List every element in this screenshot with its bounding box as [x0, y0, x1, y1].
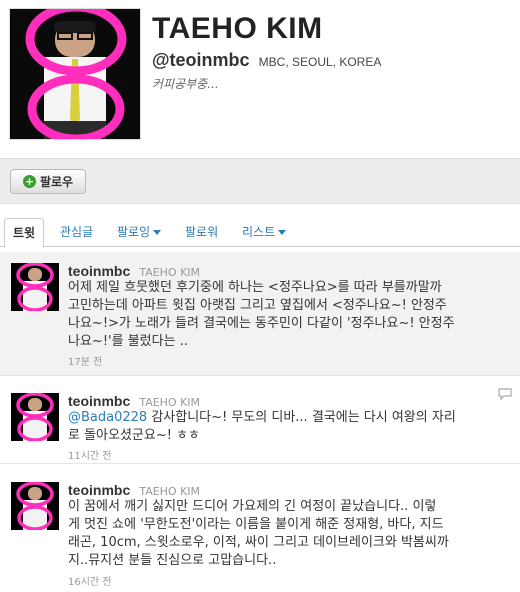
mention-link[interactable]: @Bada0228: [68, 410, 147, 425]
tweet-avatar[interactable]: [11, 393, 59, 441]
tab-followers-label: 팔로워: [185, 225, 219, 239]
tweet-text-line: 게 멋진 쇼에 '무한도전'이라는 이름을 붙이게 해준 정재형, 바다, 지드: [68, 517, 444, 532]
tweet-text-line: 지..뮤지션 분들 진심으로 고맙습니다..: [68, 553, 277, 568]
tweet-avatar[interactable]: [11, 263, 59, 311]
tweet-text-line: 이 꿈에서 깨기 싫지만 드디어 가요제의 긴 여정이 끝났습니다.. 이렇: [68, 499, 437, 514]
tab-following-label: 팔로잉: [117, 225, 151, 239]
tweet-avatar-image: [11, 482, 59, 530]
tweet-timestamp[interactable]: 17분 전: [68, 353, 102, 368]
profile-tabs: 트윗 관심글 팔로잉 팔로워 리스트: [0, 218, 520, 248]
tweet-realname: TAEHO KIM: [139, 396, 201, 409]
chevron-down-icon: [153, 230, 162, 235]
tab-favorites-label: 관심글: [60, 225, 94, 239]
profile-location: MBC, SEOUL, KOREA: [258, 55, 382, 69]
profile-name: TAEHO KIM: [152, 12, 323, 45]
tweet-header: teoinmbc TAEHO KIM: [68, 391, 200, 410]
tab-lists-label: 리스트: [242, 225, 276, 239]
tab-favorites[interactable]: 관심글: [52, 218, 101, 247]
tweet-realname: TAEHO KIM: [139, 485, 201, 498]
tweet-avatar-image: [11, 393, 59, 441]
tweet-item[interactable]: teoinmbc TAEHO KIM @Bada0228 감사합니다~! 무도의…: [0, 380, 520, 464]
tweet-avatar-image: [11, 263, 59, 311]
tweet-username[interactable]: teoinmbc: [68, 482, 130, 498]
tweet-item[interactable]: teoinmbc TAEHO KIM 어제 제일 흐뭇했던 후기중에 하나는 <…: [0, 252, 520, 376]
follow-bar: + 팔로우: [0, 158, 520, 204]
handle-row: @teoinmbc MBC, SEOUL, KOREA: [152, 50, 381, 71]
tweet-item[interactable]: teoinmbc TAEHO KIM 이 꿈에서 깨기 싫지만 드디어 가요제의…: [0, 468, 520, 592]
profile-handle: @teoinmbc: [152, 50, 250, 70]
plus-icon: +: [22, 175, 36, 188]
tweet-avatar[interactable]: [11, 482, 59, 530]
tweet-text: 이 꿈에서 깨기 싫지만 드디어 가요제의 긴 여정이 끝났습니다.. 이렇 게…: [68, 498, 513, 570]
profile-avatar[interactable]: [9, 8, 141, 140]
tweet-header: teoinmbc TAEHO KIM: [68, 261, 200, 280]
tab-tweets[interactable]: 트윗: [4, 218, 45, 248]
follow-button[interactable]: + 팔로우: [10, 169, 86, 194]
tweet-text-line: 고민하는데 아파트 윗집 아랫집 그리고 옆집에서 <정주나요~! 안정주: [68, 298, 447, 313]
tweet-text-line: 나요~!'를 불렀다는 ..: [68, 334, 188, 349]
chevron-down-icon: [278, 230, 287, 235]
tab-tweets-label: 트윗: [13, 226, 36, 240]
tweet-text: @Bada0228 감사합니다~! 무도의 디바... 결국에는 다시 여왕의 …: [68, 409, 513, 445]
profile-bio: 커피공부중...: [152, 77, 219, 91]
follow-button-label: 팔로우: [39, 175, 74, 189]
tweet-header: teoinmbc TAEHO KIM: [68, 480, 200, 499]
tweet-text-line: @Bada0228 감사합니다~! 무도의 디바... 결국에는 다시 여왕의 …: [68, 409, 513, 427]
tab-following[interactable]: 팔로잉: [109, 218, 169, 247]
tweet-realname: TAEHO KIM: [139, 266, 201, 279]
tweet-text-line: 래곤, 10cm, 스윗소로우, 이적, 싸이 그리고 데이브레이크와 박봄씨까: [68, 535, 449, 550]
tweet-text-line: 나요~!>가 노래가 들려 결국에는 동주민이 다같이 '정주나요~! 안정주: [68, 316, 455, 331]
tweet-text-line: 로 돌아오셨군요~! ㅎㅎ: [68, 428, 201, 443]
tweet-username[interactable]: teoinmbc: [68, 393, 130, 409]
tweet-username[interactable]: teoinmbc: [68, 263, 130, 279]
tab-followers[interactable]: 팔로워: [177, 218, 226, 247]
tab-lists[interactable]: 리스트: [234, 218, 294, 247]
tweet-text: 어제 제일 흐뭇했던 후기중에 하나는 <정주나요>를 따라 부를까말까 고민하…: [68, 279, 513, 351]
tweet-timestamp[interactable]: 16시간 전: [68, 573, 112, 588]
profile-header: TAEHO KIM @teoinmbc MBC, SEOUL, KOREA 커피…: [0, 0, 520, 150]
profile-avatar-image: [10, 9, 140, 139]
tweet-timestamp[interactable]: 11시간 전: [68, 447, 112, 462]
tweet-text-segment: 감사합니다~! 무도의 디바... 결국에는 다시 여왕의 자리: [147, 410, 456, 425]
tweet-text-line: 어제 제일 흐뭇했던 후기중에 하나는 <정주나요>를 따라 부를까말까: [68, 280, 442, 295]
reply-icon[interactable]: [498, 388, 512, 400]
